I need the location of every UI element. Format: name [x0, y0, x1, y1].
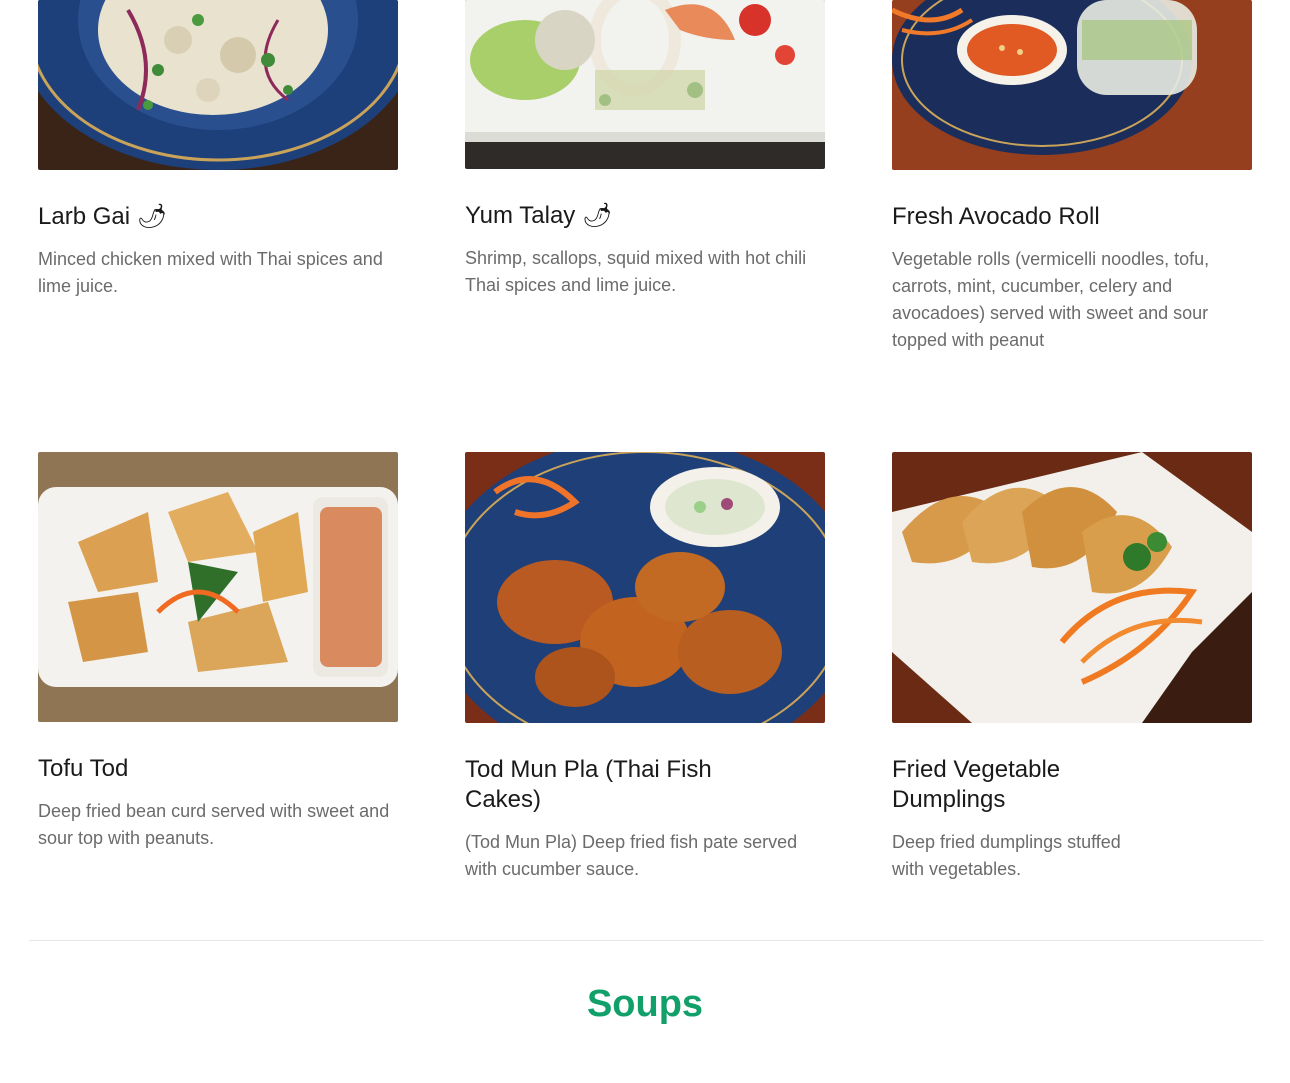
menu-item-description: Minced chicken mixed with Thai spices an…: [38, 249, 383, 296]
menu-item-description: Vegetable rolls (vermicelli noodles, tof…: [892, 249, 1210, 350]
menu-item-description: (Tod Mun Pla) Deep fried fish pate serve…: [465, 832, 798, 879]
menu-item-title: Tofu Tod: [38, 755, 129, 782]
menu-card-tod-mun-pla: Tod Mun Pla (Thai Fish Cakes) (Tod Mun P…: [465, 452, 825, 883]
tofu-tod-photo[interactable]: [38, 452, 398, 722]
menu-card-tofu-tod: Tofu Tod Deep fried bean curd served wit…: [38, 452, 398, 852]
dumplings-photo[interactable]: [892, 452, 1252, 723]
menu-item-title: Fresh Avocado Roll: [892, 203, 1100, 230]
menu-card-larb-gai: Larb Gai 🌶 Minced chicken mixed with Tha…: [38, 0, 398, 300]
section-divider: [29, 940, 1263, 941]
menu-item-title: Fried Vegetable Dumplings: [892, 756, 1061, 813]
yum-talay-photo[interactable]: [465, 0, 825, 169]
menu-item-description: Shrimp, scallops, squid mixed with hot c…: [465, 248, 807, 295]
menu-item-title: Tod Mun Pla (Thai Fish Cakes): [465, 756, 712, 813]
fish-cakes-photo[interactable]: [465, 452, 825, 723]
larb-gai-photo[interactable]: [38, 0, 398, 170]
menu-item-title: Yum Talay 🌶: [465, 202, 613, 229]
menu-item-description: Deep fried bean curd served with sweet a…: [38, 801, 390, 848]
menu-item-description: Deep fried dumplings stuffed with vegeta…: [892, 832, 1121, 879]
menu-card-fried-vegetable-dumplings: Fried Vegetable Dumplings Deep fried dum…: [892, 452, 1252, 883]
chili-icon: 🌶: [581, 202, 613, 229]
section-title-soups: Soups: [586, 983, 704, 1025]
menu-card-fresh-avocado-roll: Fresh Avocado Roll Vegetable rolls (verm…: [892, 0, 1252, 354]
avocado-roll-photo[interactable]: [892, 0, 1252, 170]
menu-card-yum-talay: Yum Talay 🌶 Shrimp, scallops, squid mixe…: [465, 0, 825, 299]
chili-icon: 🌶: [136, 203, 168, 230]
menu-item-title: Larb Gai 🌶: [38, 203, 168, 230]
